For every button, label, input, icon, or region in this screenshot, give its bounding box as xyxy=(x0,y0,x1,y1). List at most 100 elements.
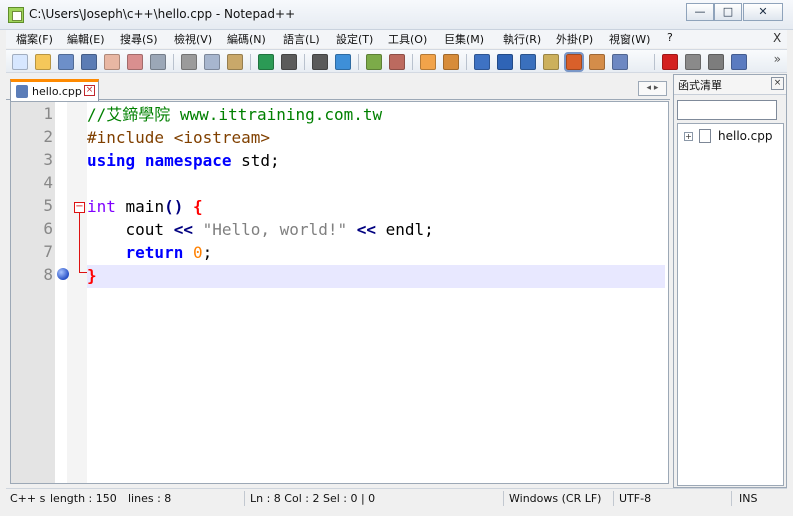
stop-macro-icon[interactable] xyxy=(685,54,701,70)
close-all-icon[interactable] xyxy=(127,54,143,70)
close-window-button[interactable]: ✕ xyxy=(743,3,783,21)
code-token: () xyxy=(164,197,184,216)
indent-guide-icon[interactable] xyxy=(520,54,536,70)
tab-close-icon[interactable]: × xyxy=(84,85,95,96)
word-wrap-icon[interactable] xyxy=(474,54,490,70)
menu-item-10[interactable]: 執行(R) xyxy=(503,31,541,47)
status-eol: Windows (CR LF) xyxy=(509,492,602,505)
code-line[interactable]: int main() { xyxy=(87,195,203,218)
sync-vertical-icon[interactable] xyxy=(420,54,436,70)
menu-item-5[interactable]: 編碼(N) xyxy=(227,31,266,47)
paste-icon[interactable] xyxy=(227,54,243,70)
status-lines: lines : 8 xyxy=(128,492,172,505)
menu-item-2[interactable]: 編輯(E) xyxy=(67,31,105,47)
show-all-characters-icon[interactable] xyxy=(497,54,513,70)
document-map-icon[interactable] xyxy=(543,54,559,70)
menu-item-8[interactable]: 工具(O) xyxy=(388,31,427,47)
code-line[interactable]: return 0; xyxy=(87,241,213,264)
menu-item-12[interactable]: 視窗(W) xyxy=(609,31,650,47)
code-token: cout xyxy=(87,220,174,239)
find-icon[interactable] xyxy=(312,54,328,70)
menu-item-6[interactable]: 語言(L) xyxy=(283,31,320,47)
tree-item-label[interactable]: hello.cpp xyxy=(718,129,772,143)
code-line[interactable]: using namespace std; xyxy=(87,149,280,172)
panel-close-button[interactable]: × xyxy=(771,77,784,90)
close-document-button[interactable]: X xyxy=(773,31,781,45)
editor-gutter: 1 2 3 4 5 6 7 8 − xyxy=(11,102,87,483)
close-icon[interactable] xyxy=(104,54,120,70)
monitoring-icon[interactable] xyxy=(612,54,628,70)
print-icon[interactable] xyxy=(150,54,166,70)
toolbar-separator xyxy=(250,54,251,70)
window-title: C:\Users\Joseph\c++\hello.cpp - Notepad+… xyxy=(29,7,296,21)
menu-bar: X 檔案(F) 編輯(E) 搜尋(S) 檢視(V) 編碼(N) 語言(L) 設定(T) 工具(… xyxy=(6,30,787,48)
menu-item-13[interactable]: ? xyxy=(667,31,673,44)
menu-item-1[interactable]: 檔案(F) xyxy=(16,31,53,47)
toolbar-separator xyxy=(173,54,174,70)
maximize-button[interactable]: □ xyxy=(714,3,742,21)
code-token: ; xyxy=(202,243,213,262)
code-token: using xyxy=(87,151,136,170)
fold-margin[interactable] xyxy=(67,102,87,483)
playback-macro-icon[interactable] xyxy=(708,54,724,70)
menu-item-7[interactable]: 設定(T) xyxy=(336,31,373,47)
menu-item-3[interactable]: 搜尋(S) xyxy=(120,31,158,47)
undo-icon[interactable] xyxy=(258,54,274,70)
line-number: 2 xyxy=(43,127,53,146)
run-macro-multiple-icon[interactable] xyxy=(731,54,747,70)
code-line[interactable]: #include <iostream> xyxy=(87,126,270,149)
function-list-icon[interactable] xyxy=(564,52,584,72)
menu-item-11[interactable]: 外掛(P) xyxy=(556,31,593,47)
folder-as-workspace-icon[interactable] xyxy=(589,54,605,70)
fold-line xyxy=(79,213,80,272)
save-icon[interactable] xyxy=(58,54,74,70)
saved-file-icon xyxy=(16,85,28,98)
minimize-button[interactable]: — xyxy=(686,3,714,21)
status-separator xyxy=(244,491,245,506)
code-editor[interactable]: 1 2 3 4 5 6 7 8 − //艾鍗學院 www.ittraining.com.tw #… xyxy=(10,101,669,484)
toolbar-separator xyxy=(304,54,305,70)
document-icon xyxy=(699,129,711,143)
menu-item-9[interactable]: 巨集(M) xyxy=(444,31,484,47)
zoom-out-icon[interactable] xyxy=(389,54,405,70)
replace-icon[interactable] xyxy=(335,54,351,70)
code-token: << xyxy=(173,220,193,239)
new-file-icon[interactable] xyxy=(12,54,28,70)
function-tree[interactable]: + hello.cpp xyxy=(677,123,784,486)
line-number: 1 xyxy=(43,104,53,123)
tab-label: hello.cpp xyxy=(32,85,82,98)
code-token: std; xyxy=(231,151,280,170)
code-line[interactable]: //艾鍗學院 www.ittraining.com.tw xyxy=(87,103,382,126)
tab-hello-cpp[interactable]: hello.cpp × xyxy=(10,79,99,101)
toolbar-overflow-button[interactable]: » xyxy=(774,52,781,66)
open-file-icon[interactable] xyxy=(35,54,51,70)
tab-scroll-buttons[interactable]: ◂ ▸ xyxy=(638,81,667,96)
copy-icon[interactable] xyxy=(204,54,220,70)
function-search-input[interactable] xyxy=(677,100,777,120)
code-line[interactable]: } xyxy=(87,264,97,287)
line-number: 3 xyxy=(43,150,53,169)
redo-icon[interactable] xyxy=(281,54,297,70)
menu-item-4[interactable]: 檢視(V) xyxy=(174,31,212,47)
sync-horizontal-icon[interactable] xyxy=(443,54,459,70)
record-macro-icon[interactable] xyxy=(662,54,678,70)
save-all-icon[interactable] xyxy=(81,54,97,70)
bookmark-icon[interactable] xyxy=(57,268,69,280)
code-token: } xyxy=(87,266,97,285)
cut-icon[interactable] xyxy=(181,54,197,70)
code-token: "Hello, world!" xyxy=(202,220,348,239)
code-line[interactable]: cout << "Hello, world!" << endl; xyxy=(87,218,434,241)
tree-expand-icon[interactable]: + xyxy=(684,132,693,141)
code-token: namespace xyxy=(144,151,232,170)
code-token: return xyxy=(125,243,184,262)
fold-toggle-icon[interactable]: − xyxy=(74,202,85,213)
toolbar: » xyxy=(6,49,787,73)
zoom-in-icon[interactable] xyxy=(366,54,382,70)
line-number: 6 xyxy=(43,219,53,238)
status-separator xyxy=(731,491,732,506)
status-bar: C++ s length : 150 lines : 8 Ln : 8 Col … xyxy=(6,488,787,508)
status-position: Ln : 8 Col : 2 Sel : 0 | 0 xyxy=(250,492,376,505)
